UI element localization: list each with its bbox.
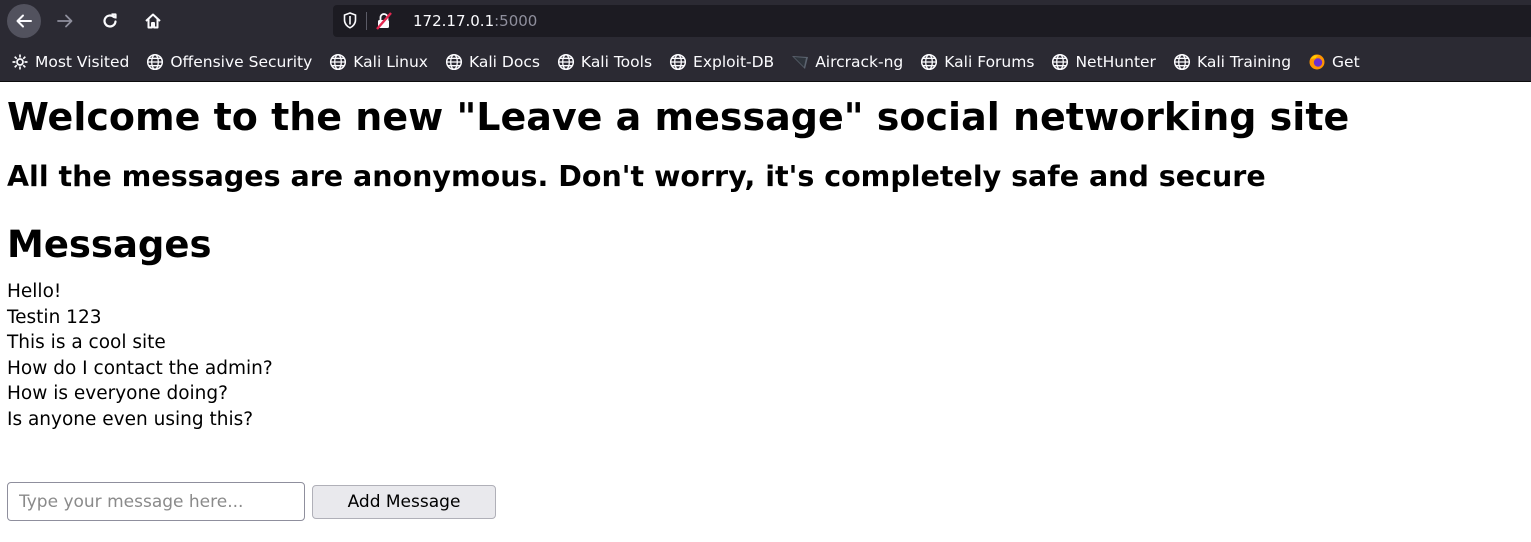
bookmark-label: Exploit-DB [693,53,775,71]
insecure-lock-icon[interactable] [375,12,393,30]
bookmark-label: Kali Forums [944,53,1035,71]
bookmark-kali-forums[interactable]: Kali Forums [919,52,1034,72]
add-message-button[interactable]: Add Message [312,484,496,519]
bookmark-nethunter[interactable]: NetHunter [1050,52,1156,72]
bookmark-label: NetHunter [1075,53,1156,71]
bookmark-aircrack-ng[interactable]: Aircrack-ng [790,52,903,72]
home-icon[interactable] [137,5,169,37]
bookmark-get[interactable]: Get [1307,52,1360,72]
page-subtitle: All the messages are anonymous. Don't wo… [7,160,1266,193]
tracking-shield-icon[interactable] [343,12,357,29]
browser-toolbar: 172.17.0.1:5000 [0,0,1531,43]
bookmark-offensive-security[interactable]: Offensive Security [145,52,312,72]
globe-icon [145,52,165,72]
globe-icon [919,52,939,72]
globe-icon [1172,52,1192,72]
message-input[interactable] [7,482,305,521]
bookmark-label: Most Visited [35,53,130,71]
url-host: 172.17.0.1 [413,12,495,30]
url-text: 172.17.0.1:5000 [413,12,537,30]
bookmark-exploit-db[interactable]: Exploit-DB [668,52,774,72]
message-item: Hello! [7,281,62,302]
globe-icon [444,52,464,72]
bookmark-kali-training[interactable]: Kali Training [1172,52,1291,72]
urlbar-separator [366,12,367,30]
messages-heading: Messages [7,223,212,266]
globe-icon [556,52,576,72]
bookmark-label: Get [1332,53,1360,71]
bookmark-label: Kali Docs [468,53,540,71]
bookmark-label: Kali Linux [353,53,428,71]
address-bar[interactable]: 172.17.0.1:5000 [333,5,1531,37]
page-content: Welcome to the new "Leave a message" soc… [7,82,1527,521]
globe-icon [328,52,348,72]
page-title: Welcome to the new "Leave a message" soc… [7,95,1350,139]
globe-icon [1050,52,1070,72]
aircrack-icon [790,52,810,72]
message-form: Add Message [7,482,496,521]
globe-icon [668,52,688,72]
firefox-icon [1307,52,1327,72]
bookmark-kali-docs[interactable]: Kali Docs [444,52,540,72]
gear-icon [10,52,30,72]
message-item: How do I contact the admin? [7,357,273,379]
message-item: This is a cool site [7,332,166,353]
url-port: :5000 [494,12,538,30]
bookmark-label: Aircrack-ng [815,53,904,71]
bookmark-label: Kali Training [1196,53,1292,71]
bookmark-label: Offensive Security [170,53,313,71]
message-item: Testin 123 [7,306,102,328]
bookmark-most-visited[interactable]: Most Visited [10,52,129,72]
reload-icon[interactable] [94,5,126,37]
forward-arrow-icon[interactable] [49,5,81,37]
message-item: How is everyone doing? [7,383,228,404]
bookmarks-bar: Most Visited Offensive Security Kali Lin… [0,43,1531,82]
message-item: Is anyone even using this? [7,408,254,430]
bookmark-kali-tools[interactable]: Kali Tools [556,52,652,72]
message-list: Hello! Testin 123 This is a cool site Ho… [7,279,1527,432]
back-arrow-icon[interactable] [7,4,41,38]
bookmark-label: Kali Tools [580,53,653,71]
bookmark-kali-linux[interactable]: Kali Linux [328,52,428,72]
